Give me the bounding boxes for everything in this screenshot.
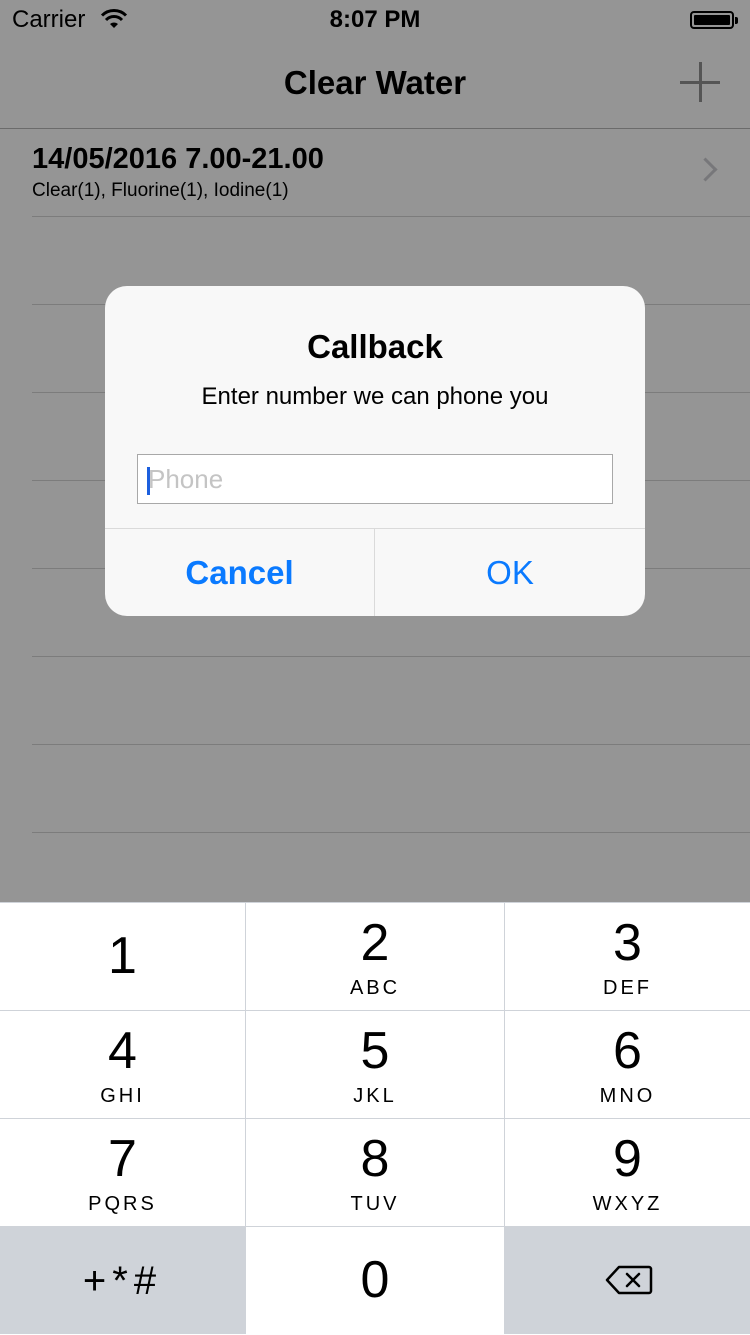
alert-message: Enter number we can phone you [201, 383, 549, 410]
phone-field[interactable] [137, 454, 613, 504]
key-digit: 9 [613, 1130, 642, 1188]
key-digit: 8 [360, 1130, 390, 1188]
key-letters: PQRS [88, 1193, 157, 1215]
cancel-button[interactable]: Cancel [105, 529, 375, 616]
ok-button[interactable]: OK [375, 529, 645, 616]
key-3[interactable]: 3 DEF [505, 903, 750, 1010]
key-digit: 4 [108, 1022, 137, 1080]
numeric-keypad: 1 2 ABC 3 DEF 4 GHI 5 JKL 6 MNO 7 PQRS 8… [0, 902, 750, 1334]
key-digit: 3 [613, 914, 642, 972]
key-letters: MNO [599, 1085, 656, 1107]
key-letters: DEF [603, 977, 652, 999]
symbols-key[interactable]: +*# [0, 1227, 245, 1334]
key-6[interactable]: 6 MNO [505, 1011, 750, 1118]
key-digit: 7 [108, 1130, 137, 1188]
key-digit: 1 [108, 927, 137, 985]
key-8[interactable]: 8 TUV [246, 1119, 504, 1226]
key-9[interactable]: 9 WXYZ [505, 1119, 750, 1226]
alert-title: Callback [307, 328, 443, 365]
alert-actions: Cancel OK [105, 528, 645, 616]
backspace-icon [605, 1265, 653, 1295]
key-0[interactable]: 0 [246, 1227, 504, 1334]
key-7[interactable]: 7 PQRS [0, 1119, 245, 1226]
key-letters: GHI [100, 1085, 145, 1107]
symbols-label: +*# [82, 1259, 163, 1303]
key-digit: 6 [613, 1022, 642, 1080]
key-letters: ABC [349, 977, 401, 999]
key-5[interactable]: 5 JKL [246, 1011, 504, 1118]
delete-key[interactable] [505, 1227, 750, 1334]
key-digit: 0 [360, 1251, 390, 1309]
key-4[interactable]: 4 GHI [0, 1011, 245, 1118]
key-letters: TUV [350, 1193, 400, 1215]
key-2[interactable]: 2 ABC [246, 903, 504, 1010]
key-letters: JKL [353, 1085, 397, 1107]
key-digit: 2 [360, 914, 390, 972]
key-letters: WXYZ [592, 1193, 663, 1215]
phone-input[interactable] [148, 455, 603, 503]
callback-alert: Callback Enter number we can phone you C… [105, 286, 645, 616]
main-screen: Carrier 8:07 PM Clear Water 14/05/2016 7… [0, 0, 750, 902]
key-1[interactable]: 1 [0, 903, 245, 1010]
key-digit: 5 [360, 1022, 390, 1080]
